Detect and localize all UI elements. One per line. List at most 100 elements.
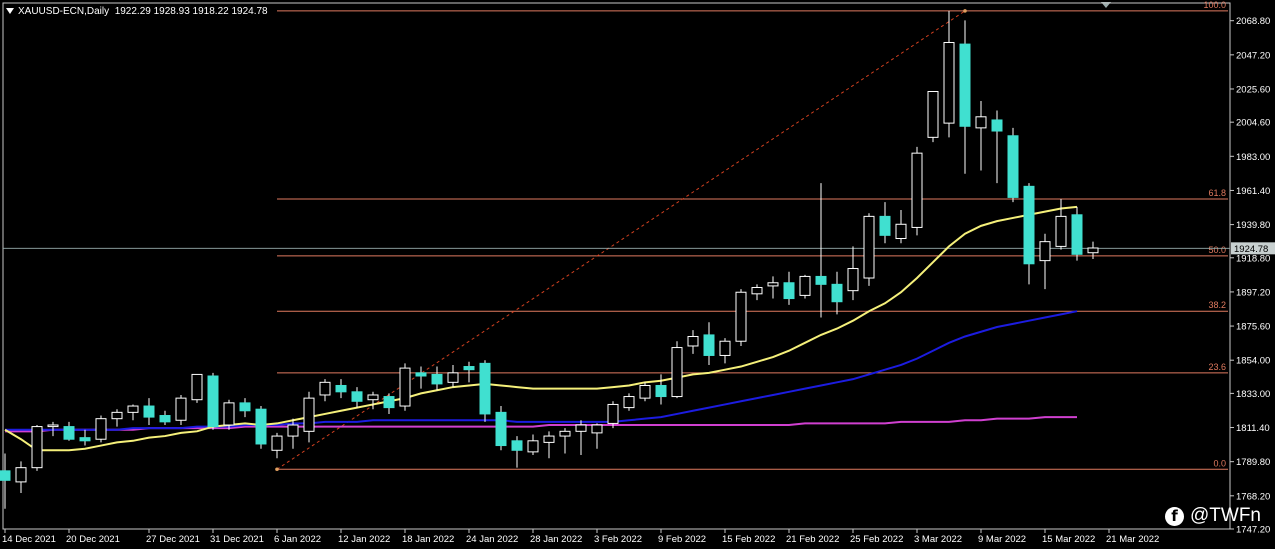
facebook-icon: f bbox=[1165, 506, 1184, 526]
candle-body bbox=[1087, 247, 1099, 254]
candle-body bbox=[655, 384, 667, 398]
candle-body bbox=[447, 372, 459, 383]
candle-body bbox=[1071, 214, 1083, 255]
x-tick-label: 3 Feb 2022 bbox=[594, 534, 642, 545]
candle-body bbox=[703, 334, 715, 356]
candle-body bbox=[207, 375, 219, 428]
x-tick-label: 27 Dec 2021 bbox=[146, 534, 200, 545]
candle-body bbox=[799, 275, 811, 296]
candle-body bbox=[175, 397, 187, 421]
candle-body bbox=[591, 424, 603, 434]
current-price-label: 1924.78 bbox=[1234, 244, 1268, 255]
x-tick-label: 9 Feb 2022 bbox=[658, 534, 706, 545]
fib-level-label: 50.0 bbox=[1208, 245, 1226, 255]
watermark: f @TWFn bbox=[1165, 505, 1261, 527]
candle-body bbox=[1055, 215, 1067, 247]
candle-body bbox=[79, 437, 91, 442]
candle-body bbox=[287, 424, 299, 437]
fib-anchor-point bbox=[275, 467, 279, 472]
candle-body bbox=[31, 426, 43, 469]
ma-fast-line bbox=[4, 205, 1078, 452]
y-tick-label: 1918.80 bbox=[1236, 253, 1270, 264]
x-tick-label: 24 Jan 2022 bbox=[466, 534, 518, 545]
candle-body bbox=[527, 440, 539, 453]
x-tick-label: 18 Jan 2022 bbox=[402, 534, 454, 545]
y-tick-label: 2047.20 bbox=[1236, 50, 1270, 61]
candle-body bbox=[975, 116, 987, 129]
candle-body bbox=[223, 402, 235, 426]
x-tick-label: 3 Mar 2022 bbox=[914, 534, 962, 545]
candle-body bbox=[159, 415, 171, 423]
candle-body bbox=[191, 373, 203, 401]
candle-body bbox=[911, 152, 923, 228]
candle-body bbox=[111, 411, 123, 420]
candle-body bbox=[47, 424, 59, 428]
fib-level-label: 23.6 bbox=[1208, 362, 1226, 372]
y-tick-label: 1811.40 bbox=[1236, 423, 1270, 434]
candle-body bbox=[559, 430, 571, 437]
candle-body bbox=[943, 42, 955, 124]
fib-level-label: 100.0 bbox=[1203, 0, 1226, 10]
candle-body bbox=[767, 282, 779, 287]
candle-body bbox=[607, 403, 619, 424]
candle-body bbox=[95, 418, 107, 440]
candle-body bbox=[543, 435, 555, 443]
candle-body bbox=[351, 391, 363, 402]
x-tick-label: 20 Dec 2021 bbox=[66, 534, 120, 545]
candle-body bbox=[959, 43, 971, 127]
x-tick-label: 21 Mar 2022 bbox=[1106, 534, 1159, 545]
fib-level-label: 61.8 bbox=[1208, 188, 1226, 198]
candle-body bbox=[927, 91, 939, 138]
y-tick-label: 2068.80 bbox=[1236, 16, 1270, 27]
candle-body bbox=[335, 384, 347, 393]
candle-body bbox=[831, 283, 843, 303]
candle-body bbox=[415, 372, 427, 377]
y-tick-label: 2004.60 bbox=[1236, 118, 1270, 129]
x-tick-label: 25 Feb 2022 bbox=[850, 534, 903, 545]
candle-body bbox=[255, 408, 267, 445]
candle-body bbox=[0, 470, 11, 481]
candle-body bbox=[671, 347, 683, 398]
candle-body bbox=[863, 215, 875, 279]
fib-level-label: 38.2 bbox=[1208, 300, 1226, 310]
candle-body bbox=[719, 340, 731, 356]
candle-body bbox=[1039, 241, 1051, 262]
x-tick-label: 9 Mar 2022 bbox=[978, 534, 1026, 545]
watermark-handle: @TWFn bbox=[1190, 505, 1261, 526]
x-tick-label: 28 Jan 2022 bbox=[530, 534, 582, 545]
x-tick-label: 21 Feb 2022 bbox=[786, 534, 839, 545]
candle-body bbox=[239, 402, 251, 412]
fib-anchor-point bbox=[963, 9, 967, 13]
y-tick-label: 1789.80 bbox=[1236, 457, 1270, 468]
y-tick-label: 1939.80 bbox=[1236, 220, 1270, 231]
x-tick-label: 15 Mar 2022 bbox=[1042, 534, 1095, 545]
y-tick-label: 2025.60 bbox=[1236, 84, 1270, 95]
x-tick-label: 6 Jan 2022 bbox=[274, 534, 321, 545]
x-tick-label: 31 Dec 2021 bbox=[210, 534, 264, 545]
candle-body bbox=[383, 396, 395, 409]
candle-body bbox=[575, 424, 587, 432]
candle-body bbox=[623, 396, 635, 409]
candle-body bbox=[271, 435, 283, 451]
candle-body bbox=[895, 223, 907, 239]
candle-body bbox=[511, 440, 523, 451]
candle-body bbox=[847, 268, 859, 292]
candle-body bbox=[639, 384, 651, 399]
plot-frame bbox=[2, 2, 1231, 530]
candle-body bbox=[127, 405, 139, 413]
x-tick-label: 14 Dec 2021 bbox=[2, 534, 56, 545]
ma-mid-line bbox=[5, 310, 1078, 431]
candle-body bbox=[367, 394, 379, 401]
candle-body bbox=[1007, 135, 1019, 198]
fib-level-label: 0.0 bbox=[1213, 458, 1226, 468]
y-tick-label: 1833.00 bbox=[1236, 389, 1270, 400]
y-tick-label: 1961.40 bbox=[1236, 186, 1270, 197]
x-tick-label: 12 Jan 2022 bbox=[338, 534, 390, 545]
candle-body bbox=[143, 405, 155, 418]
candle-body bbox=[303, 397, 315, 432]
candle-body bbox=[735, 291, 747, 342]
price-chart[interactable]: 2068.80 2047.20 2025.60 2004.60 1983.00 1961.… bbox=[0, 0, 1275, 549]
candle-body bbox=[751, 286, 763, 295]
candle-body bbox=[687, 335, 699, 347]
x-tick-label: 15 Feb 2022 bbox=[722, 534, 775, 545]
